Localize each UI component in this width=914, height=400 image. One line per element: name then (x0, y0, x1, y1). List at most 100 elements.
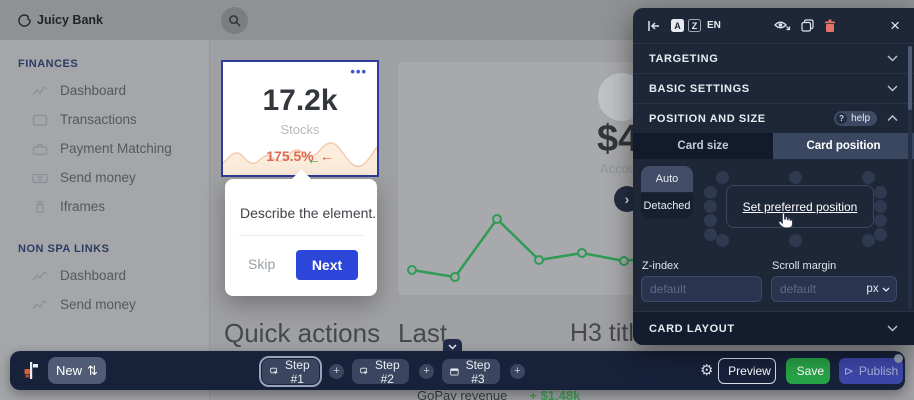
add-step-button[interactable]: + (329, 364, 344, 379)
tab-card-position[interactable]: Card position (773, 133, 914, 159)
spotlight-card-stocks[interactable]: ••• 17.2k Stocks 175.5%←← (221, 60, 379, 177)
add-step-button[interactable]: + (510, 364, 525, 379)
cash-icon (32, 171, 48, 185)
preview-card-icon[interactable] (774, 19, 791, 32)
chevron-down-icon (887, 325, 898, 332)
scroll-margin-label: Scroll margin (772, 260, 836, 272)
duplicate-icon[interactable] (801, 19, 814, 32)
add-step-button[interactable]: + (419, 364, 434, 379)
sidebar-item-label: Iframes (60, 199, 105, 214)
anchor-dot[interactable] (716, 234, 729, 247)
publish-label: Publish (859, 364, 898, 378)
last-heading: Last (398, 318, 447, 349)
anchor-dot[interactable] (874, 214, 887, 227)
preview-button[interactable]: Preview (718, 358, 776, 384)
section-basic-settings[interactable]: BASIC SETTINGS (633, 74, 914, 104)
chevron-down-icon (448, 344, 457, 350)
cursor-card-icon (270, 365, 279, 378)
new-button[interactable]: New ⇅ (48, 357, 106, 384)
unit-value: px (866, 283, 878, 295)
section-label: BASIC SETTINGS (649, 83, 750, 95)
line-chart-icon (32, 84, 48, 98)
section-card-layout[interactable]: CARD LAYOUT (633, 311, 914, 345)
stocks-value: 17.2k (223, 84, 377, 118)
chevron-down-icon (887, 55, 898, 62)
section-label: TARGETING (649, 53, 718, 65)
step-2-button[interactable]: Step #2 (352, 359, 409, 384)
delete-icon[interactable] (824, 19, 836, 32)
anchor-dot[interactable] (862, 234, 875, 247)
collapse-panel-icon[interactable] (647, 20, 661, 32)
account-line (412, 219, 670, 277)
section-position-and-size[interactable]: POSITION AND SIZE ? help (633, 104, 914, 133)
scroll-margin-input[interactable] (771, 276, 861, 302)
sidebar-item-dashboard[interactable]: Dashboard (0, 76, 209, 105)
section-label: POSITION AND SIZE (649, 113, 766, 125)
tour-tooltip: Describe the element. Skip Next (225, 179, 377, 296)
step-1-button[interactable]: Step #1 (262, 359, 319, 384)
anchor-dot[interactable] (704, 200, 717, 213)
publish-button[interactable]: ⊳ Publish (839, 358, 903, 384)
anchor-dot[interactable] (862, 171, 875, 184)
sidebar-item-payment-matching[interactable]: Payment Matching (0, 134, 209, 163)
flask-icon (32, 200, 48, 214)
new-label: New (56, 363, 82, 378)
section-targeting[interactable]: TARGETING (633, 44, 914, 74)
anchor-dot[interactable] (789, 171, 802, 184)
close-icon[interactable]: × (890, 16, 900, 36)
anchor-dot[interactable] (704, 214, 717, 227)
next-button[interactable]: Next (296, 250, 358, 280)
panel-scrollbar[interactable] (908, 46, 912, 309)
account-line-markers (408, 215, 628, 281)
hand-cursor-icon (776, 210, 793, 234)
set-preferred-position-link[interactable]: Set preferred position (743, 200, 858, 214)
sidebar-item-label: Transactions (60, 112, 137, 127)
sidebar-item-label: Dashboard (60, 268, 126, 283)
help-badge[interactable]: ? help (834, 111, 877, 126)
translate-icon[interactable]: A Z EN (671, 19, 721, 32)
anchor-dot[interactable] (789, 234, 802, 247)
sidebar-item-iframes[interactable]: Iframes (0, 192, 209, 221)
unit-select[interactable]: px (860, 276, 897, 302)
search-button[interactable] (221, 7, 248, 34)
sidebar-section-title: FINANCES (0, 50, 209, 76)
skip-button[interactable]: Skip (248, 256, 275, 272)
detached-mode-button[interactable]: Detached (641, 193, 693, 219)
product-fruits-logo (22, 361, 40, 380)
arrow-left-green-icon: ← (307, 151, 321, 167)
gear-icon[interactable]: ⚙ (700, 361, 713, 379)
step-label: Step #2 (374, 358, 401, 386)
anchor-dot[interactable] (716, 171, 729, 184)
arrow-left-red-icon: ← (320, 148, 334, 164)
juicy-bank-logo (18, 14, 31, 27)
brand-label: Juicy Bank (37, 13, 103, 27)
sidebar-item-send-money[interactable]: Send money (0, 163, 209, 192)
auto-mode-button[interactable]: Auto (641, 166, 693, 192)
sidebar-section-title: NON SPA LINKS (0, 235, 209, 261)
anchor-dot[interactable] (704, 186, 717, 199)
cursor-card-icon (360, 365, 369, 378)
anchor-dot[interactable] (874, 200, 887, 213)
chevron-down-icon (887, 85, 898, 92)
step-label: Step #3 (464, 358, 492, 386)
box-icon (32, 113, 48, 127)
card-menu-dots-icon[interactable]: ••• (350, 64, 367, 79)
sidebar-item-transactions[interactable]: Transactions (0, 105, 209, 134)
anchor-dot[interactable] (874, 228, 887, 241)
swap-icon: ⇅ (87, 363, 98, 379)
tour-builder-bar: New ⇅ Step #1 + Step #2 + Step #3 + ⚙ Pr… (10, 351, 905, 390)
sidebar-item-label: Payment Matching (60, 141, 172, 156)
stocks-change: 175.5%←← (223, 148, 377, 164)
sidebar-item-send-money-nonspa[interactable]: Send money (0, 290, 209, 319)
zindex-input[interactable] (641, 276, 762, 302)
sidebar-item-dashboard-nonspa[interactable]: Dashboard (0, 261, 209, 290)
tooltip-divider (239, 235, 363, 236)
tab-card-size[interactable]: Card size (633, 133, 773, 159)
sidebar-item-label: Send money (60, 170, 136, 185)
anchor-dot[interactable] (874, 186, 887, 199)
save-button[interactable]: Save (786, 358, 830, 384)
scrollbar-thumb[interactable] (908, 46, 912, 110)
line-chart-icon (32, 298, 48, 312)
step-3-button[interactable]: Step #3 (442, 359, 500, 384)
tooltip-text: Describe the element. (240, 205, 376, 221)
